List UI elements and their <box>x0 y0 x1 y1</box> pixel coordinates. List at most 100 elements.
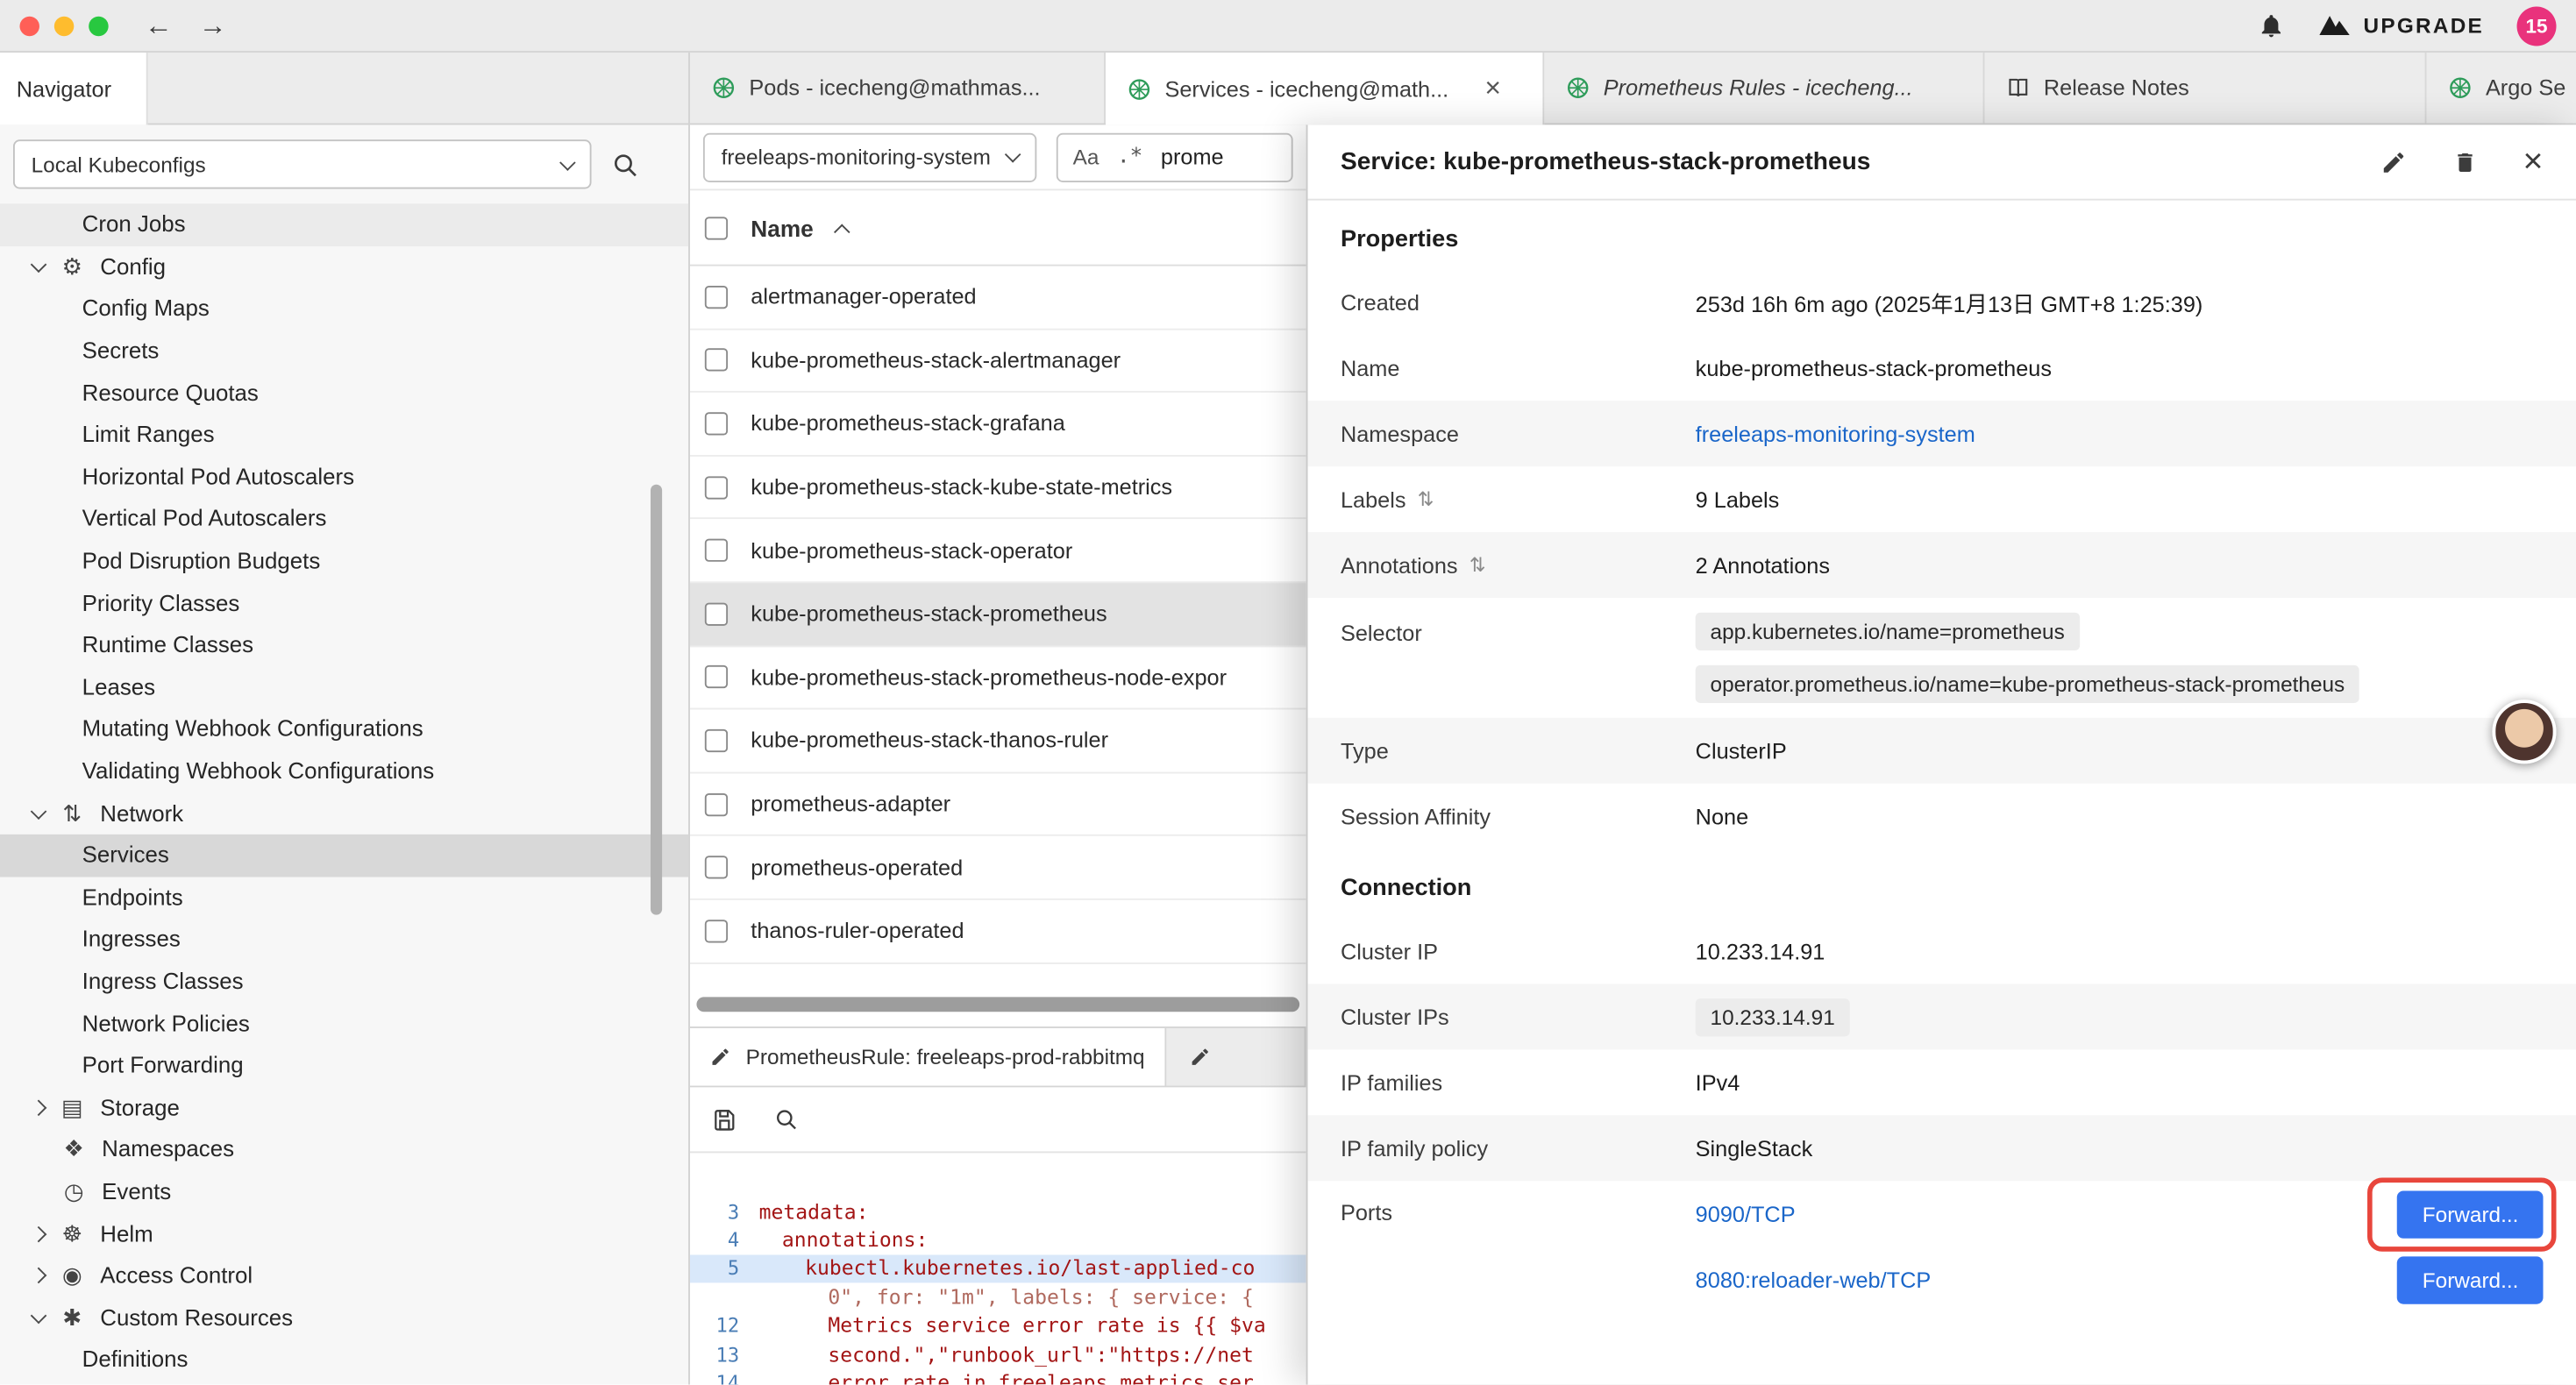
notifications-bell-icon[interactable] <box>2257 11 2285 39</box>
chevron-right-icon[interactable] <box>31 1099 47 1116</box>
sidebar-item-network-policies[interactable]: Network Policies <box>0 1002 688 1044</box>
property-label: Annotations <box>1341 553 1458 578</box>
sidebar-group-config[interactable]: ⚙ Config <box>0 245 688 288</box>
upgrade-button[interactable]: UPGRADE <box>2317 13 2484 38</box>
yaml-editor[interactable]: 3metadata: 4annotations: 5kubectl.kubern… <box>690 1153 1306 1385</box>
table-row[interactable]: thanos-ruler-operated <box>690 900 1306 963</box>
sidebar-group-helm[interactable]: ☸ Helm <box>0 1212 688 1254</box>
delete-icon[interactable] <box>2452 149 2477 175</box>
list-search-input[interactable] <box>1161 145 1276 169</box>
save-icon[interactable] <box>711 1106 737 1133</box>
sidebar-group-network[interactable]: ⇅ Network <box>0 792 688 835</box>
row-checkbox[interactable] <box>705 349 728 372</box>
tab-navigator[interactable]: Navigator <box>0 53 148 124</box>
tab-prometheus-rules[interactable]: Prometheus Rules - icecheng... <box>1544 53 1984 124</box>
row-checkbox[interactable] <box>705 602 728 625</box>
tab-pods[interactable]: Pods - icecheng@mathmas... <box>690 53 1106 124</box>
editor-tab-prometheusrule[interactable]: PrometheusRule: freeleaps-prod-rabbitmq <box>690 1028 1166 1086</box>
sidebar-item-ingress-classes[interactable]: Ingress Classes <box>0 961 688 1003</box>
sidebar-item-limit-ranges[interactable]: Limit Ranges <box>0 414 688 456</box>
kubeconfig-select[interactable]: Local Kubeconfigs <box>13 139 592 188</box>
sidebar-item-leases[interactable]: Leases <box>0 666 688 708</box>
sidebar-item-port-forwarding[interactable]: Port Forwarding <box>0 1044 688 1086</box>
table-row-selected[interactable]: kube-prometheus-stack-prometheus <box>690 583 1306 646</box>
sidebar-item-resource-quotas[interactable]: Resource Quotas <box>0 372 688 414</box>
port-link[interactable]: 9090/TCP <box>1696 1202 1796 1226</box>
sidebar-item-config-maps[interactable]: Config Maps <box>0 288 688 330</box>
port-link[interactable]: 8080:reloader-web/TCP <box>1696 1268 1932 1292</box>
chevron-down-icon[interactable] <box>31 803 47 820</box>
edit-icon[interactable] <box>2380 149 2407 175</box>
minimize-window-button[interactable] <box>54 16 74 35</box>
notification-count-badge[interactable]: 15 <box>2517 6 2557 46</box>
close-window-button[interactable] <box>19 16 39 35</box>
row-checkbox[interactable] <box>705 729 728 752</box>
table-row[interactable]: kube-prometheus-stack-prometheus-node-ex… <box>690 646 1306 709</box>
name-column-header[interactable]: Name <box>751 215 813 241</box>
chevron-down-icon[interactable] <box>31 256 47 273</box>
row-checkbox[interactable] <box>705 666 728 689</box>
row-checkbox[interactable] <box>705 286 728 309</box>
table-row[interactable]: kube-prometheus-stack-kube-state-metrics <box>690 456 1306 519</box>
editor-tab-next[interactable] <box>1166 1028 1306 1086</box>
back-icon[interactable]: ← <box>145 9 173 41</box>
sidebar-item-priority-classes[interactable]: Priority Classes <box>0 582 688 624</box>
search-icon[interactable] <box>611 150 639 178</box>
row-checkbox[interactable] <box>705 476 728 499</box>
sidebar-scrollbar[interactable] <box>651 485 662 915</box>
sidebar-item-endpoints[interactable]: Endpoints <box>0 877 688 919</box>
row-checkbox[interactable] <box>705 412 728 435</box>
table-row[interactable]: kube-prometheus-stack-thanos-ruler <box>690 710 1306 773</box>
chevron-right-icon[interactable] <box>31 1225 47 1242</box>
table-row[interactable]: alertmanager-operated <box>690 266 1306 330</box>
row-checkbox[interactable] <box>705 856 728 878</box>
sidebar-item-events[interactable]: ◷ Events <box>0 1170 688 1212</box>
select-all-checkbox[interactable] <box>705 216 728 238</box>
tab-release-notes[interactable]: Release Notes <box>1984 53 2426 124</box>
chevron-down-icon[interactable] <box>31 1307 47 1324</box>
sidebar-item-mutating-webhook-configurations[interactable]: Mutating Webhook Configurations <box>0 708 688 750</box>
namespace-link[interactable]: freeleaps-monitoring-system <box>1696 422 1975 446</box>
editor-search-icon[interactable] <box>774 1107 799 1132</box>
table-row[interactable]: prometheus-operated <box>690 836 1306 899</box>
chevron-right-icon[interactable] <box>31 1268 47 1284</box>
sidebar-item-cron-jobs[interactable]: Cron Jobs <box>0 203 688 245</box>
sidebar-item-definitions[interactable]: Definitions <box>0 1339 688 1381</box>
sidebar-item-namespaces[interactable]: ❖ Namespaces <box>0 1128 688 1170</box>
sidebar-item-runtime-classes[interactable]: Runtime Classes <box>0 624 688 666</box>
table-row[interactable]: kube-prometheus-stack-operator <box>690 520 1306 583</box>
expand-collapse-icon[interactable]: ⇅ <box>1469 553 1486 576</box>
sidebar-item-services[interactable]: Services <box>0 835 688 877</box>
close-drawer-icon[interactable]: × <box>2523 145 2544 179</box>
maximize-window-button[interactable] <box>89 16 108 35</box>
table-row[interactable]: kube-prometheus-stack-grafana <box>690 393 1306 456</box>
horizontal-scrollbar[interactable] <box>696 997 1299 1012</box>
sidebar-item-pod-disruption-budgets[interactable]: Pod Disruption Budgets <box>0 540 688 582</box>
item-label: Pod Disruption Budgets <box>82 549 321 573</box>
forward-button[interactable]: Forward... <box>2398 1190 2544 1238</box>
sidebar-group-access-control[interactable]: ◉ Access Control <box>0 1254 688 1296</box>
table-row[interactable]: prometheus-adapter <box>690 773 1306 836</box>
row-checkbox[interactable] <box>705 539 728 562</box>
forward-button[interactable]: Forward... <box>2398 1255 2544 1303</box>
user-avatar[interactable] <box>2492 700 2556 764</box>
tab-argo[interactable]: Argo Se <box>2426 53 2576 124</box>
sort-ascending-icon[interactable] <box>834 224 850 241</box>
close-tab-icon[interactable]: × <box>1484 72 1501 104</box>
row-checkbox[interactable] <box>705 792 728 815</box>
match-case-toggle[interactable]: Aa <box>1073 145 1099 169</box>
tab-services[interactable]: Services - icecheng@math... × <box>1106 53 1544 124</box>
table-row[interactable]: kube-prometheus-stack-alertmanager <box>690 330 1306 393</box>
sidebar-group-storage[interactable]: ▤ Storage <box>0 1086 688 1128</box>
forward-icon[interactable]: → <box>199 9 227 41</box>
sidebar-item-vertical-pod-autoscalers[interactable]: Vertical Pod Autoscalers <box>0 498 688 540</box>
sidebar-group-custom-resources[interactable]: ✱ Custom Resources <box>0 1296 688 1339</box>
sidebar-item-ingresses[interactable]: Ingresses <box>0 919 688 961</box>
expand-collapse-icon[interactable]: ⇅ <box>1418 487 1434 510</box>
sidebar-item-validating-webhook-configurations[interactable]: Validating Webhook Configurations <box>0 750 688 792</box>
sidebar-item-horizontal-pod-autoscalers[interactable]: Horizontal Pod Autoscalers <box>0 456 688 498</box>
namespace-select[interactable]: freeleaps-monitoring-system <box>703 132 1036 181</box>
sidebar-item-secrets[interactable]: Secrets <box>0 330 688 372</box>
regex-toggle[interactable]: .* <box>1117 145 1142 169</box>
row-checkbox[interactable] <box>705 920 728 942</box>
